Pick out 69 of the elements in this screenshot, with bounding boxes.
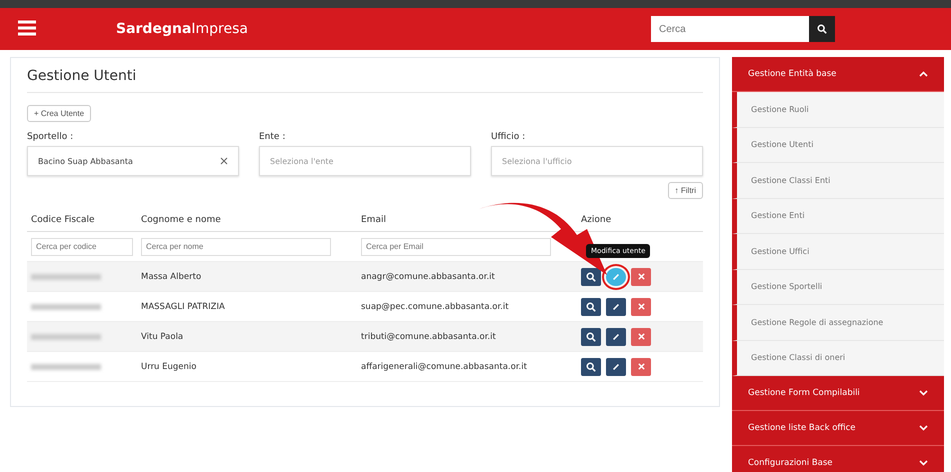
redacted-text: [31, 334, 101, 340]
menu-item[interactable]: Gestione Utenti: [732, 128, 944, 163]
table-cell: Massa Alberto: [141, 272, 202, 282]
menu-item[interactable]: Gestione Enti: [732, 198, 944, 234]
create-user-button[interactable]: + Crea Utente: [27, 105, 92, 122]
menu-item[interactable]: Gestione Uffici: [732, 234, 944, 270]
menu-item[interactable]: Gestione Classi di oneri: [732, 340, 944, 376]
menu-item[interactable]: Gestione Regole di assegnazione: [732, 305, 944, 340]
table-cell: Vitu Paola: [141, 332, 184, 342]
column-search-field[interactable]: Cerca per Email: [361, 238, 551, 256]
delete-icon: [638, 363, 644, 370]
table-cell: suap@pec.comune.abbasanta.or.it: [361, 302, 509, 312]
select-field[interactable]: Seleziona l'ente: [259, 146, 471, 176]
redacted-text: [31, 274, 101, 280]
search-icon: [586, 272, 596, 282]
delete-button[interactable]: [631, 268, 651, 286]
view-button[interactable]: [581, 298, 601, 316]
delete-button[interactable]: [631, 298, 651, 316]
delete-icon: [638, 303, 644, 310]
menu-item[interactable]: Gestione Ruoli: [732, 92, 944, 128]
pencil-icon: [612, 302, 620, 310]
pencil-icon: [612, 332, 620, 340]
menu-section[interactable]: Configurazioni Base: [732, 446, 944, 472]
view-button[interactable]: [581, 328, 601, 346]
search-icon: [817, 24, 827, 34]
delete-icon: [638, 333, 644, 340]
search-icon: [586, 362, 596, 372]
menu-item[interactable]: Gestione Classi Enti: [732, 163, 944, 198]
view-button[interactable]: [581, 268, 601, 286]
filter-label: Ufficio :: [491, 132, 526, 142]
table-cell: anagr@comune.abbasanta.or.it: [361, 272, 495, 282]
chevron-up-icon: [919, 71, 928, 77]
edit-button[interactable]: [606, 328, 626, 346]
pencil-icon: [612, 362, 620, 370]
delete-button[interactable]: [631, 328, 651, 346]
search-button[interactable]: [809, 16, 835, 42]
edit-button[interactable]: [606, 358, 626, 376]
column-search-field[interactable]: Cerca per codice: [31, 238, 133, 256]
menu-section[interactable]: Gestione Form Compilabili: [732, 376, 944, 411]
menu-section[interactable]: Gestione Entità base: [732, 57, 944, 92]
chevron-down-icon: [919, 425, 928, 431]
chevron-down-icon: [919, 460, 928, 466]
filter-label: Sportello :: [27, 132, 74, 142]
table-cell: MASSAGLI PATRIZIA: [141, 302, 225, 312]
redacted-text: [31, 304, 101, 310]
view-button[interactable]: [581, 358, 601, 376]
page-title: Gestione Utenti: [27, 68, 703, 93]
redacted-text: [31, 364, 101, 370]
select-field[interactable]: Bacino Suap Abbasanta: [27, 146, 239, 176]
delete-button[interactable]: [631, 358, 651, 376]
delete-icon: [638, 273, 644, 280]
menu-section[interactable]: Gestione liste Back office: [732, 411, 944, 446]
column-search-field[interactable]: Cerca per nome: [141, 238, 331, 256]
pencil-icon: [612, 272, 620, 280]
table-cell: Urru Eugenio: [141, 362, 196, 372]
search-icon: [586, 302, 596, 312]
edit-button[interactable]: [606, 298, 626, 316]
filter-label: Ente :: [259, 132, 286, 142]
search-icon: [586, 332, 596, 342]
edit-button[interactable]: [606, 268, 626, 286]
table-cell: affarigenerali@comune.abbasanta.or.it: [361, 362, 527, 372]
chevron-down-icon: [919, 390, 928, 396]
menu-item[interactable]: Gestione Sportelli: [732, 270, 944, 305]
table-cell: tributi@comune.abbasanta.or.it: [361, 332, 496, 342]
search-field[interactable]: Cerca: [651, 16, 809, 42]
clear-icon[interactable]: [220, 157, 228, 165]
filter-button[interactable]: ↑ Filtri: [668, 182, 703, 199]
select-field[interactable]: Seleziona l'ufficio: [491, 146, 703, 176]
logo[interactable]: SardegnaImpresa: [116, 21, 651, 37]
